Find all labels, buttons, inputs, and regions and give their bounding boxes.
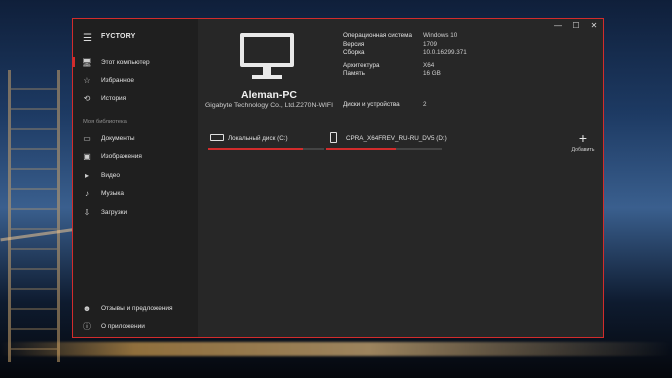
- app-title: FYCTORY: [101, 33, 136, 40]
- info-value: 1709: [423, 40, 438, 48]
- download-icon: ⇩: [83, 207, 91, 217]
- hamburger-menu-icon[interactable]: ☰: [83, 33, 92, 44]
- drive-usage-bar: [326, 148, 442, 150]
- sidebar-item-label: Изображения: [101, 153, 142, 161]
- window-controls: — ☐ ✕: [549, 19, 603, 33]
- info-label: Версия: [343, 40, 365, 48]
- video-icon: ▸: [84, 170, 89, 180]
- sidebar-item-downloads[interactable]: ⇩ Загрузки: [73, 203, 198, 222]
- add-button[interactable]: + Добавить: [568, 131, 598, 153]
- info-row-version: Версия 1709: [343, 41, 503, 50]
- maximize-button[interactable]: ☐: [567, 19, 585, 33]
- wallpaper-city-lights: [0, 342, 672, 356]
- monitor-screen: [240, 33, 294, 67]
- sidebar-item-label: Музыка: [101, 190, 124, 198]
- hdd-icon: [210, 134, 224, 141]
- sidebar-library-nav: Моя библиотека ▭ Документы ▣ Изображения…: [73, 115, 198, 222]
- info-value: 10.0.16299.371: [423, 49, 467, 57]
- info-value: 16 GB: [423, 70, 441, 78]
- wallpaper-bridge-tower: [8, 70, 60, 362]
- sidebar-item-images[interactable]: ▣ Изображения: [73, 148, 198, 167]
- drive-c[interactable]: Локальный диск (C:): [208, 131, 324, 155]
- sidebar-item-music[interactable]: ♪ Музыка: [73, 185, 198, 204]
- music-icon: ♪: [85, 189, 89, 199]
- info-icon: ⓘ: [83, 321, 91, 331]
- info-label: Память: [343, 70, 365, 78]
- pc-model: Gigabyte Technology Co., Ltd.Z270N-WIFI: [205, 102, 333, 109]
- info-value: X64: [423, 61, 435, 69]
- usb-icon: [330, 132, 337, 143]
- monitor-icon: 🖥: [81, 57, 93, 67]
- info-label: Диски и устройства: [343, 101, 400, 108]
- info-row-memory: Память 16 GB: [343, 70, 503, 79]
- info-row-architecture: Архитектура X64: [343, 62, 503, 71]
- drive-d[interactable]: CPRA_X64FREV_RU-RU_DV5 (D:): [326, 131, 447, 155]
- info-row-drives: Диски и устройства 2: [343, 101, 427, 108]
- computer-monitor-icon: [238, 29, 300, 83]
- sidebar-item-label: История: [101, 94, 127, 102]
- info-value: 2: [423, 101, 427, 108]
- main-content: — ☐ ✕ Aleman-PC Gigabyte Technology Co.,…: [198, 19, 603, 337]
- star-icon: ☆: [83, 75, 91, 85]
- image-icon: ▣: [83, 152, 91, 162]
- drive-usage-fill: [208, 148, 304, 150]
- app-window: ☰ FYCTORY 🖥 Этот компьютер ☆ Избранное ⟲…: [72, 18, 604, 338]
- pc-name: Aleman-PC: [240, 89, 297, 101]
- close-button[interactable]: ✕: [585, 19, 603, 33]
- drive-usage-bar: [208, 148, 324, 150]
- sidebar-item-label: О приложении: [101, 322, 145, 330]
- info-label: Архитектура: [343, 61, 380, 69]
- sidebar-item-label: Загрузки: [101, 208, 128, 216]
- sidebar-item-label: Этот компьютер: [101, 58, 150, 66]
- minimize-button[interactable]: —: [549, 19, 567, 33]
- info-row-build: Сборка 10.0.16299.371: [343, 49, 503, 58]
- feedback-icon: ☻: [82, 303, 92, 313]
- sidebar-item-documents[interactable]: ▭ Документы: [73, 129, 198, 148]
- system-info: Операционная система Windows 10 Версия 1…: [343, 32, 503, 79]
- library-section-label: Моя библиотека: [83, 119, 127, 125]
- sidebar-item-this-pc[interactable]: 🖥 Этот компьютер: [73, 53, 198, 71]
- document-icon: ▭: [83, 133, 91, 143]
- plus-icon: +: [578, 130, 588, 146]
- drive-label: Локальный диск (C:): [228, 135, 288, 142]
- sidebar: ☰ FYCTORY 🖥 Этот компьютер ☆ Избранное ⟲…: [73, 19, 198, 337]
- drive-usage-fill: [326, 148, 396, 150]
- sidebar-item-label: Отзывы и предложения: [101, 304, 173, 312]
- sidebar-item-video[interactable]: ▸ Видео: [73, 166, 198, 185]
- sidebar-item-feedback[interactable]: ☻ Отзывы и предложения: [73, 299, 198, 317]
- info-value: Windows 10: [423, 32, 458, 39]
- info-label: Операционная система: [343, 32, 413, 39]
- info-label: Сборка: [343, 49, 365, 57]
- sidebar-item-history[interactable]: ⟲ История: [73, 89, 198, 107]
- add-button-label: Добавить: [571, 147, 595, 153]
- monitor-neck: [263, 67, 271, 75]
- sidebar-item-label: Избранное: [101, 76, 134, 84]
- sidebar-top-nav: 🖥 Этот компьютер ☆ Избранное ⟲ История: [73, 53, 198, 107]
- sidebar-item-about[interactable]: ⓘ О приложении: [73, 317, 198, 335]
- sidebar-item-label: Документы: [101, 134, 135, 142]
- info-row-os: Операционная система Windows 10: [343, 32, 503, 41]
- sidebar-bottom-nav: ☻ Отзывы и предложения ⓘ О приложении: [73, 299, 198, 335]
- sidebar-item-favorites[interactable]: ☆ Избранное: [73, 71, 198, 89]
- sidebar-item-label: Видео: [101, 171, 120, 179]
- drive-label: CPRA_X64FREV_RU-RU_DV5 (D:): [346, 135, 447, 142]
- clock-icon: ⟲: [83, 93, 91, 103]
- monitor-base: [252, 75, 282, 79]
